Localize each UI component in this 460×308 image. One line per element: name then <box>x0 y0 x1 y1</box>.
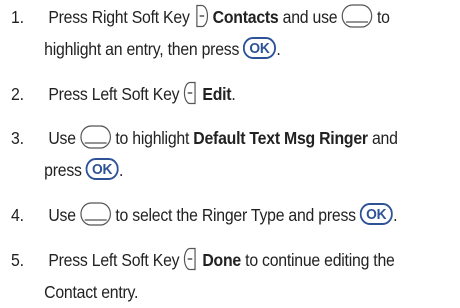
contacts-label: Contacts <box>212 7 279 27</box>
navigation-key-icon <box>80 125 111 150</box>
ok-key-icon: OK <box>359 203 394 226</box>
done-label: Done <box>202 250 241 270</box>
left-soft-key-icon <box>183 247 198 271</box>
instruction-steps: 1. Press Right Soft Key Contacts and use… <box>0 0 460 302</box>
navigation-key-icon <box>341 4 373 29</box>
step-4-line-1: 4. Use to select the Ringer Type and pre… <box>0 200 397 231</box>
step-number: 1. <box>11 7 24 27</box>
ok-key-icon: OK <box>85 158 119 181</box>
ok-key-label: OK <box>92 162 113 179</box>
step-number: 3. <box>11 128 24 148</box>
left-soft-key-icon <box>183 81 198 105</box>
ok-key-icon: OK <box>243 37 277 60</box>
default-text-msg-ringer-label: Default Text Msg Ringer <box>193 128 368 148</box>
step-5-line-1: 5. Press Left Soft Key Done to continue … <box>0 245 395 276</box>
ok-key-label: OK <box>366 207 387 224</box>
step-2-line-1: 2. Press Left Soft Key Edit. <box>0 79 236 110</box>
step-3-line-1: 3. Use to highlight Default Text Msg Rin… <box>0 123 398 154</box>
step-number: 5. <box>11 250 24 270</box>
step-3-line-2: press OK . <box>44 158 124 181</box>
step-5-line-2: Contact entry. <box>44 282 139 302</box>
right-soft-key-icon <box>194 4 209 28</box>
step-1-line-1: 1. Press Right Soft Key Contacts and use… <box>0 2 390 33</box>
edit-label: Edit <box>202 84 232 104</box>
step-1-line-2: highlight an entry, then press OK . <box>44 37 281 60</box>
step-number: 4. <box>11 205 24 225</box>
ok-key-label: OK <box>250 41 271 58</box>
step-number: 2. <box>11 84 24 104</box>
navigation-key-icon <box>80 202 111 227</box>
